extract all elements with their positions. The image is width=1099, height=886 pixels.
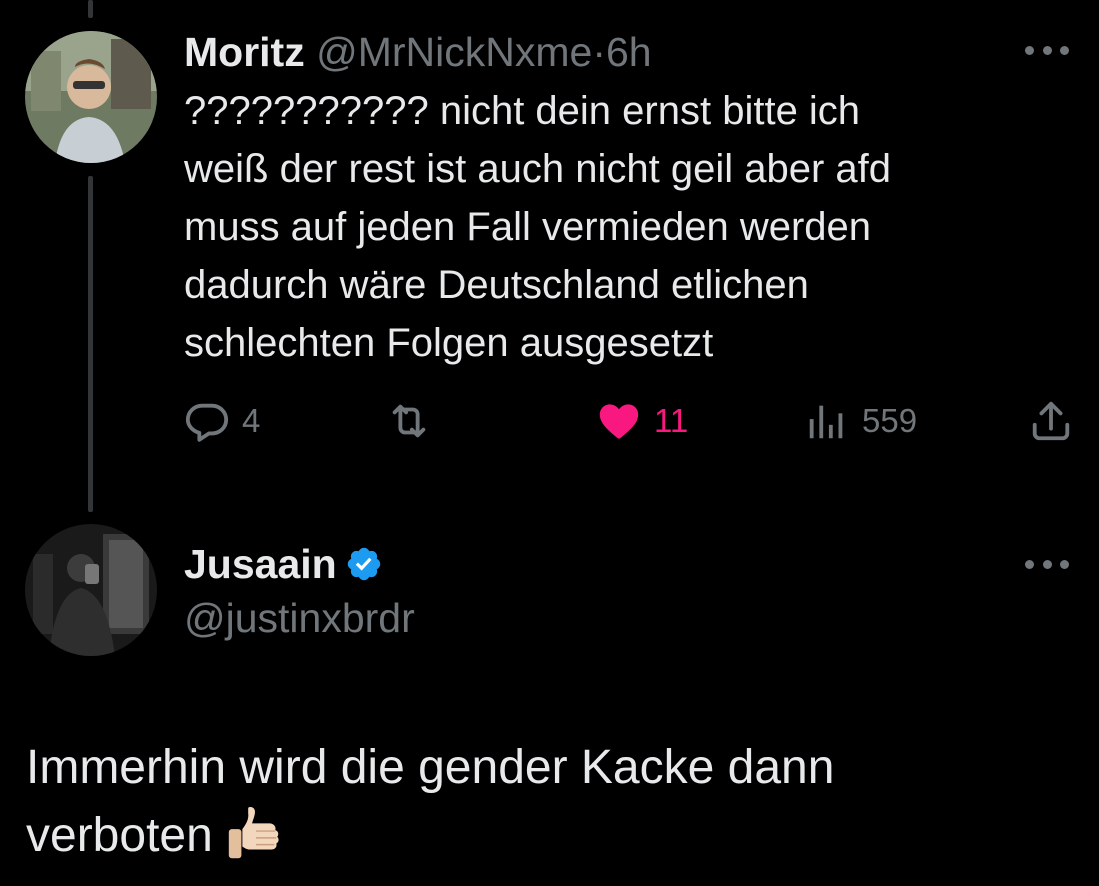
author-handle[interactable]: @justinxbrdr [184,594,415,642]
tweet-text-line: schlechten Folgen ausgesetzt [184,321,714,365]
tweet-time[interactable]: 6h [606,29,652,75]
views-button[interactable]: 559 [804,396,917,446]
like-count: 11 [654,402,689,439]
reply-header: Jusaain [184,540,383,588]
more-icon[interactable] [1025,558,1069,570]
tweet-text-line: weiß der rest ist auch nicht geil aber a… [184,147,892,191]
share-button[interactable] [1028,396,1074,446]
share-icon [1032,401,1070,441]
reply-text: Immerhin wird die gender Kacke dann verb… [26,734,1076,870]
separator-dot: · [592,29,606,75]
author-name[interactable]: Moritz [184,29,305,75]
tweet-text-line: ??????????? nicht dein ernst bitte ich [184,89,861,133]
tweet-text: ??????????? nicht dein ernst bitte ich w… [184,82,1064,372]
thread-line [88,176,93,512]
avatar-moritz[interactable] [25,31,157,163]
retweet-icon [392,404,426,438]
thread-line-top [88,0,93,18]
reply-text-line: verboten [26,809,213,862]
verified-badge-icon [347,547,380,581]
avatar-photo-icon [25,31,157,163]
heart-icon [599,404,639,439]
tweet-header: Moritz @MrNickNxme·6h [184,28,652,76]
reply-text-line: Immerhin wird die gender Kacke dann [26,741,835,794]
views-icon [809,405,843,439]
avatar-jusaain[interactable] [25,524,157,656]
tweet-text-line: dadurch wäre Deutschland etlichen [184,263,809,307]
author-handle[interactable]: @MrNickNxme [316,29,592,75]
views-count: 559 [862,402,918,439]
like-button[interactable]: 11 [596,396,688,446]
action-bar: 4 11 559 [184,396,1074,446]
author-name[interactable]: Jusaain [184,540,337,588]
reply-icon [185,403,229,442]
thumbs-up-emoji-icon [228,807,279,859]
more-icon[interactable] [1025,44,1069,56]
retweet-button[interactable] [386,396,444,446]
reply-count: 4 [242,402,261,439]
reply-text-line-2: verboten [26,802,1076,870]
reply-button[interactable]: 4 [184,396,260,446]
tweet-text-line: muss auf jeden Fall vermieden werden [184,205,872,249]
avatar-photo-icon [25,524,157,656]
